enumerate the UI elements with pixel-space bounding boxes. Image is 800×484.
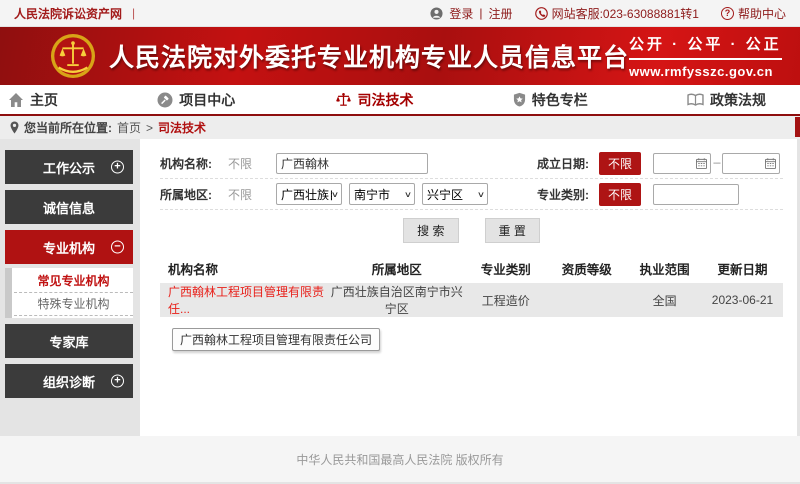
reset-button[interactable]: 重 置 (485, 218, 540, 243)
sidebar-item-integrity-info[interactable]: 诚信信息 (5, 190, 133, 224)
category-input[interactable] (653, 184, 739, 205)
org-name-unlimited[interactable]: 不限 (228, 155, 276, 172)
sidebar: 工作公示 + 诚信信息 专业机构 − 常见专业机构 特殊专业机构 专家库 组织诊… (5, 150, 133, 404)
col-header-grade: 资质等级 (546, 253, 627, 283)
sidebar-item-professional-orgs[interactable]: 专业机构 − (5, 230, 133, 264)
chevron-down-icon: ∨ (331, 190, 339, 199)
breadcrumb: 您当前所在位置: 首页 > 司法技术 (0, 116, 800, 139)
founded-date-start-input[interactable] (653, 153, 711, 174)
sidebar-item-expert-pool[interactable]: 专家库 (5, 324, 133, 358)
nav-item-project-center[interactable]: 项目中心 (157, 90, 235, 110)
col-header-region: 所属地区 (328, 253, 465, 283)
phone-icon (535, 7, 548, 20)
top-utility-bar: 人民法院诉讼资产网 | 登录 | 注册 网站客服:023-63088881转1 … (0, 0, 800, 27)
district-select[interactable]: 兴宁区 ∨ (422, 183, 488, 205)
calendar-icon[interactable] (765, 158, 776, 169)
site-title: 人民法院对外委托专业机构专业人员信息平台 (109, 38, 629, 74)
sidebar-subitem-common-orgs[interactable]: 常见专业机构 (14, 270, 133, 293)
nav-item-home[interactable]: 主页 (8, 90, 58, 110)
city-select[interactable]: 南宁市 ∨ (349, 183, 415, 205)
form-actions: 搜 索 重 置 (160, 210, 783, 249)
table-row: 广西翰林工程项目管理有限责任... 广西壮族自治区南宁市兴宁区 工程造价 全国 … (160, 283, 783, 317)
province-select[interactable]: 广西壮族自治 ∨ (276, 183, 342, 205)
founded-unlimited-button[interactable]: 不限 (599, 152, 641, 175)
service-phone: 网站客服:023-63088881转1 (552, 5, 699, 22)
cell-scope: 全国 (627, 283, 702, 317)
sidebar-subitem-special-orgs[interactable]: 特殊专业机构 (14, 293, 133, 316)
chevron-down-icon: ∨ (477, 190, 485, 199)
cell-updated: 2023-06-21 (702, 283, 783, 317)
sidebar-item-org-diagnosis[interactable]: 组织诊断 + (5, 364, 133, 398)
org-name-tooltip: 广西翰林工程项目管理有限责任公司 (172, 328, 380, 351)
founded-date-label: 成立日期: (537, 155, 599, 172)
col-header-org-name: 机构名称 (160, 253, 328, 283)
org-name-label: 机构名称: (160, 155, 228, 172)
site-slogan: 公开 · 公平 · 公正 (629, 33, 782, 60)
breadcrumb-home-link[interactable]: 首页 (117, 119, 141, 136)
nav-item-special-column[interactable]: 特色专栏 (513, 90, 588, 110)
scales-icon (335, 92, 352, 108)
region-unlimited[interactable]: 不限 (228, 186, 276, 203)
login-register-divider: | (479, 6, 482, 20)
nav-item-judicial-tech[interactable]: 司法技术 (335, 90, 414, 110)
main-panel: 机构名称: 不限 成立日期: 不限 --- (140, 139, 797, 436)
region-label: 所属地区: (160, 186, 228, 203)
side-widget-tab[interactable] (795, 117, 800, 137)
nav-item-policies[interactable]: 政策法规 (687, 90, 766, 110)
location-pin-icon (10, 121, 19, 134)
org-name-link[interactable]: 广西翰林工程项目管理有限责任... (168, 285, 324, 316)
breadcrumb-prefix: 您当前所在位置: (24, 119, 112, 136)
search-button[interactable]: 搜 索 (403, 218, 458, 243)
form-row-region: 所属地区: 不限 广西壮族自治 ∨ 南宁市 ∨ 兴宁区 ∨ 专业类别: 不限 (160, 179, 783, 210)
category-unlimited-button[interactable]: 不限 (599, 183, 641, 206)
project-icon (157, 92, 173, 108)
expand-icon[interactable]: + (111, 375, 124, 388)
court-emblem-icon (50, 33, 96, 79)
help-center-link[interactable]: 帮助中心 (738, 5, 786, 22)
login-link[interactable]: 登录 (449, 5, 473, 22)
results-table: 机构名称 所属地区 专业类别 资质等级 执业范围 更新日期 广西翰林工程项目管理… (160, 253, 783, 317)
sidebar-item-work-publicity[interactable]: 工作公示 + (5, 150, 133, 184)
page-footer: 中华人民共和国最高人民法院 版权所有 (0, 436, 800, 482)
founded-date-end-input[interactable] (722, 153, 780, 174)
collapse-icon[interactable]: − (111, 241, 124, 254)
calendar-icon[interactable] (696, 158, 707, 169)
topbar-divider: | (132, 6, 135, 20)
chevron-down-icon: ∨ (404, 190, 412, 199)
breadcrumb-current: 司法技术 (158, 119, 206, 136)
register-link[interactable]: 注册 (489, 5, 513, 22)
sister-site-link[interactable]: 人民法院诉讼资产网 (14, 5, 122, 22)
cell-org-name: 广西翰林工程项目管理有限责任... (160, 283, 328, 317)
cell-category: 工程造价 (465, 283, 546, 317)
cell-region: 广西壮族自治区南宁市兴宁区 (328, 283, 465, 317)
sidebar-submenu: 常见专业机构 特殊专业机构 (5, 268, 133, 318)
col-header-category: 专业类别 (465, 253, 546, 283)
copyright-text: 中华人民共和国最高人民法院 版权所有 (296, 451, 503, 468)
cell-grade (546, 283, 627, 317)
help-icon: ? (721, 7, 734, 20)
table-header-row: 机构名称 所属地区 专业类别 资质等级 执业范围 更新日期 (160, 253, 783, 283)
book-icon (687, 93, 704, 107)
site-url: www.rmfysszc.gov.cn (629, 64, 782, 79)
org-name-input[interactable] (276, 153, 428, 174)
date-range-separator: --- (713, 158, 720, 169)
site-banner: 人民法院对外委托专业机构专业人员信息平台 公开 · 公平 · 公正 www.rm… (0, 27, 800, 85)
form-row-org-name: 机构名称: 不限 成立日期: 不限 --- (160, 148, 783, 179)
category-label: 专业类别: (537, 186, 599, 203)
breadcrumb-separator: > (146, 121, 153, 135)
home-icon (8, 92, 24, 108)
expand-icon[interactable]: + (111, 161, 124, 174)
content-area: 工作公示 + 诚信信息 专业机构 − 常见专业机构 特殊专业机构 专家库 组织诊… (0, 139, 800, 436)
user-icon (430, 7, 443, 20)
main-nav: 主页 项目中心 司法技术 特色专栏 政策法规 (0, 85, 800, 116)
col-header-updated: 更新日期 (702, 253, 783, 283)
col-header-scope: 执业范围 (627, 253, 702, 283)
badge-icon (513, 92, 526, 107)
